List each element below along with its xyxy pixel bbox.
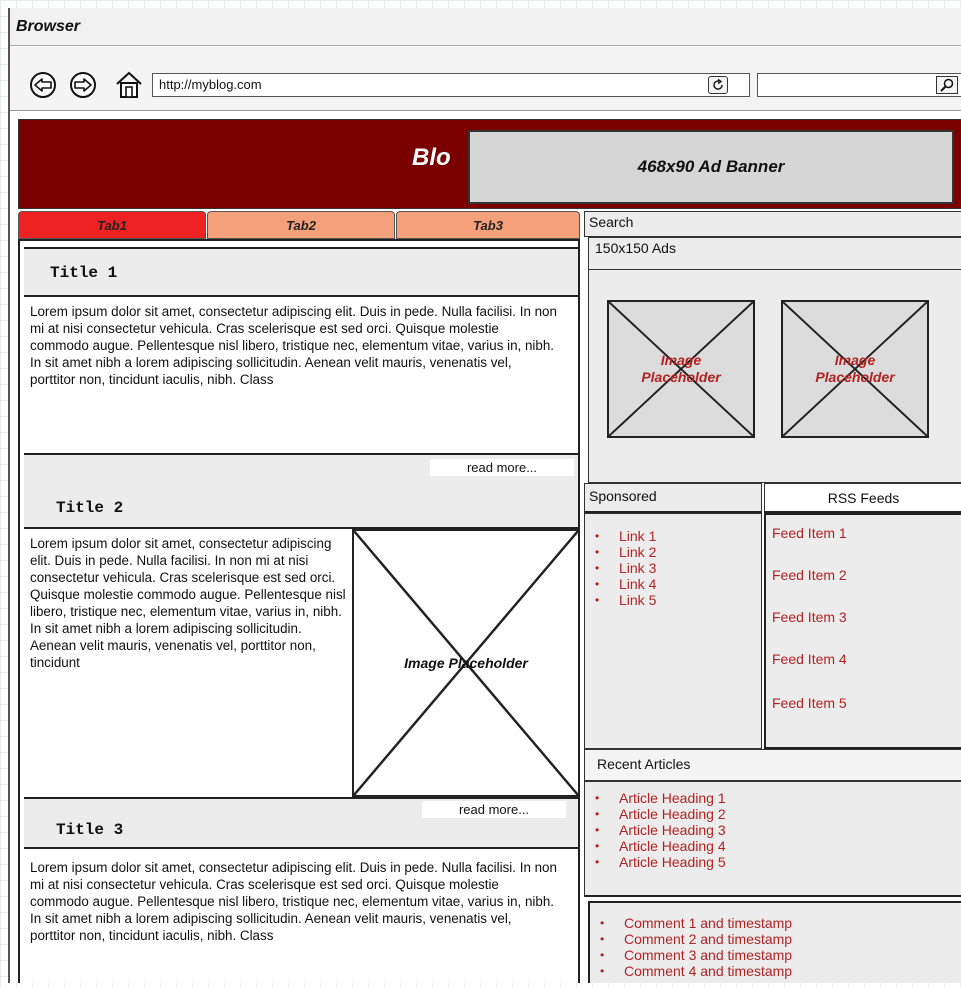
main-content: Title 1 Lorem ipsum dolor sit amet, cons…: [18, 239, 580, 983]
feed-item-1[interactable]: Feed Item 1: [772, 525, 847, 541]
rss-panel: Feed Item 1 Feed Item 2 Feed Item 3 Feed…: [764, 513, 961, 749]
sponsored-title: Sponsored: [589, 488, 657, 504]
post-2-image-placeholder: Image Placeholder: [352, 529, 580, 797]
sponsored-link-1[interactable]: Link 1: [585, 528, 761, 544]
ad-placeholder-1-label: Image Placeholder: [609, 352, 753, 386]
browser-title: Browser: [16, 18, 81, 35]
comment-2[interactable]: Comment 2 and timestamp: [590, 931, 961, 947]
tab-bar: Tab1 Tab2 Tab3: [18, 211, 580, 239]
sidebar: Search 150x150 Ads Image Placeholder Imag…: [584, 211, 961, 983]
forward-icon: [74, 78, 92, 92]
browser-titlebar: Browser: [10, 8, 961, 46]
ads-title-bar: 150x150 Ads: [588, 237, 961, 269]
browser-toolbar: http://myblog.com: [10, 47, 961, 111]
ad-placeholder-1-line1: Image: [660, 352, 702, 368]
browser-window: Browser http://myblog.com Blo 468x90 Ad …: [8, 8, 961, 983]
ad-placeholder-2-line2: Placeholder: [815, 369, 895, 385]
post-1-read-more[interactable]: read more...: [430, 459, 574, 476]
article-link-5[interactable]: Article Heading 5: [585, 854, 961, 870]
recent-articles-title-bar: Recent Articles: [584, 749, 961, 781]
sidebar-search[interactable]: Search: [584, 211, 961, 237]
feed-item-5[interactable]: Feed Item 5: [772, 695, 847, 711]
recent-articles-panel: Article Heading 1 Article Heading 2 Arti…: [584, 781, 961, 897]
ad-banner[interactable]: 468x90 Ad Banner: [468, 130, 954, 204]
sidebar-search-label: Search: [589, 214, 634, 230]
rss-title-bar: RSS Feeds: [764, 483, 961, 513]
tab-3[interactable]: Tab3: [396, 211, 580, 239]
sponsored-link-4[interactable]: Link 4: [585, 576, 761, 592]
comment-1[interactable]: Comment 1 and timestamp: [590, 915, 961, 931]
back-button[interactable]: [30, 72, 56, 98]
browser-search-input[interactable]: [757, 73, 961, 97]
feed-item-3[interactable]: Feed Item 3: [772, 609, 847, 625]
rss-title: RSS Feeds: [827, 490, 900, 506]
ad-placeholder-1[interactable]: Image Placeholder: [607, 300, 755, 438]
ads-panel: Image Placeholder Image Placeholder: [588, 269, 961, 483]
blog-header: Blo 468x90 Ad Banner: [18, 119, 961, 209]
post-1-title[interactable]: Title 1: [50, 264, 117, 282]
article-link-4[interactable]: Article Heading 4: [585, 838, 961, 854]
article-link-2[interactable]: Article Heading 2: [585, 806, 961, 822]
magnifier-icon: [940, 78, 954, 92]
browser-search-button[interactable]: [936, 76, 958, 94]
sponsored-link-3[interactable]: Link 3: [585, 560, 761, 576]
home-button[interactable]: [114, 70, 144, 100]
post-2-body: Lorem ipsum dolor sit amet, consectetur …: [30, 536, 346, 670]
recent-articles-title: Recent Articles: [597, 756, 691, 772]
back-icon: [34, 78, 52, 92]
ad-placeholder-2-line1: Image: [834, 352, 876, 368]
comment-3[interactable]: Comment 3 and timestamp: [590, 947, 961, 963]
post-1-title-bar: Title 1: [24, 247, 578, 297]
home-icon: [116, 71, 142, 98]
comments-panel: Comment 1 and timestamp Comment 2 and ti…: [588, 901, 961, 983]
comment-4[interactable]: Comment 4 and timestamp: [590, 963, 961, 979]
ad-placeholder-1-line2: Placeholder: [641, 369, 721, 385]
sponsored-link-2[interactable]: Link 2: [585, 544, 761, 560]
post-2-title[interactable]: Title 2: [56, 499, 123, 517]
post-3-title[interactable]: Title 3: [56, 821, 123, 839]
refresh-button[interactable]: [708, 76, 728, 94]
ad-placeholder-2[interactable]: Image Placeholder: [781, 300, 929, 438]
tab-1[interactable]: Tab1: [18, 211, 206, 239]
sponsored-link-5[interactable]: Link 5: [585, 592, 761, 608]
post-2-read-more[interactable]: read more...: [422, 801, 566, 818]
sponsored-title-bar: Sponsored: [584, 483, 762, 513]
ad-placeholder-2-label: Image Placeholder: [783, 352, 927, 386]
blog-title: Blo: [412, 144, 451, 171]
post-1-body: Lorem ipsum dolor sit amet, consectetur …: [30, 304, 557, 387]
refresh-icon: [713, 79, 723, 90]
post-2-image-label: Image Placeholder: [404, 655, 528, 671]
feed-item-2[interactable]: Feed Item 2: [772, 567, 847, 583]
article-link-1[interactable]: Article Heading 1: [585, 790, 961, 806]
forward-button[interactable]: [70, 72, 96, 98]
article-link-3[interactable]: Article Heading 3: [585, 822, 961, 838]
ads-title: 150x150 Ads: [595, 240, 676, 256]
post-3-body: Lorem ipsum dolor sit amet, consectetur …: [30, 860, 557, 943]
feed-item-4[interactable]: Feed Item 4: [772, 651, 847, 667]
tab-2[interactable]: Tab2: [207, 211, 395, 239]
address-bar[interactable]: http://myblog.com: [152, 73, 750, 97]
sponsored-panel: Link 1 Link 2 Link 3 Link 4 Link 5: [584, 513, 762, 749]
